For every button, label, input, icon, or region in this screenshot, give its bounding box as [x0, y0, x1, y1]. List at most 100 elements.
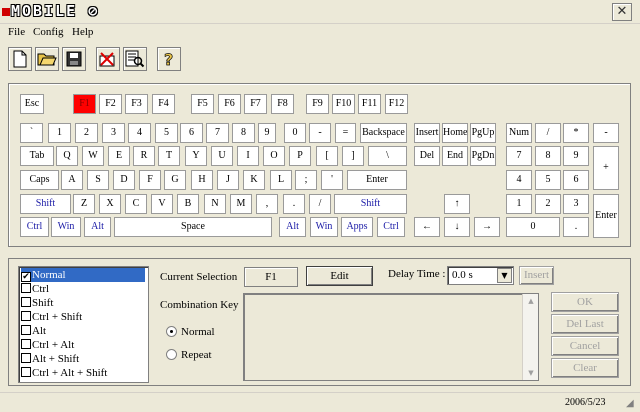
menu-config[interactable]: Config	[33, 26, 64, 38]
textarea-scrollbar[interactable]: ▲ ▼	[522, 294, 538, 380]
key-numpad-3[interactable]: 3	[563, 194, 589, 214]
key-d[interactable]: D	[113, 170, 135, 190]
save-button[interactable]	[62, 47, 86, 71]
key-7[interactable]: 7	[206, 123, 229, 143]
modifier-list[interactable]: ✔ Normal Ctrl Shift Ctrl + Shift Alt Ctrl + Al…	[18, 266, 149, 383]
key-f5[interactable]: F5	[191, 94, 214, 114]
modifier-list-item[interactable]: Ctrl + Alt	[21, 338, 145, 352]
key-alt-left[interactable]: Alt	[84, 217, 111, 237]
checkbox-icon[interactable]	[21, 339, 31, 349]
key-ctrl-right[interactable]: Ctrl	[377, 217, 405, 237]
key-r[interactable]: R	[133, 146, 155, 166]
key-n[interactable]: N	[204, 194, 226, 214]
key-f9[interactable]: F9	[306, 94, 329, 114]
key-equals[interactable]: =	[335, 123, 356, 143]
key-q[interactable]: Q	[56, 146, 78, 166]
key-esc[interactable]: Esc	[20, 94, 44, 114]
new-button[interactable]	[8, 47, 32, 71]
key-lbracket[interactable]: [	[316, 146, 338, 166]
key-numpad-decimal[interactable]: .	[563, 217, 589, 237]
modifier-list-item[interactable]: Ctrl	[21, 282, 145, 296]
key-numpad-2[interactable]: 2	[535, 194, 561, 214]
key-rbracket[interactable]: ]	[342, 146, 364, 166]
scroll-down-icon[interactable]: ▼	[523, 366, 539, 380]
key-y[interactable]: Y	[185, 146, 207, 166]
combination-key-textarea[interactable]: ▲ ▼	[243, 293, 539, 381]
key-f12[interactable]: F12	[385, 94, 408, 114]
key-win-left[interactable]: Win	[51, 217, 81, 237]
modifier-list-item[interactable]: ✔ Normal	[21, 268, 145, 282]
key-slash[interactable]: /	[309, 194, 331, 214]
key-win-right[interactable]: Win	[310, 217, 338, 237]
modifier-list-item[interactable]: Ctrl + Alt + Shift	[21, 366, 145, 380]
key-minus[interactable]: -	[309, 123, 331, 143]
key-pgup[interactable]: PgUp	[470, 123, 496, 143]
modifier-list-item[interactable]: Ctrl + Shift	[21, 310, 145, 324]
find-button[interactable]	[123, 47, 147, 71]
key-numpad-divide[interactable]: /	[535, 123, 561, 143]
key-1[interactable]: 1	[48, 123, 71, 143]
key-3[interactable]: 3	[102, 123, 125, 143]
key-numpad-9[interactable]: 9	[563, 146, 589, 166]
key-j[interactable]: J	[217, 170, 239, 190]
key-x[interactable]: X	[99, 194, 121, 214]
key-i[interactable]: I	[237, 146, 259, 166]
key-space[interactable]: Space	[114, 217, 272, 237]
checkbox-checked-icon[interactable]: ✔	[21, 272, 31, 282]
key-quote[interactable]: '	[321, 170, 343, 190]
key-b[interactable]: B	[177, 194, 199, 214]
key-l[interactable]: L	[270, 170, 292, 190]
modifier-list-item[interactable]: Alt + Shift	[21, 352, 145, 366]
key-f4[interactable]: F4	[152, 94, 175, 114]
key-m[interactable]: M	[230, 194, 252, 214]
key-numpad-8[interactable]: 8	[535, 146, 561, 166]
edit-button[interactable]: Edit	[306, 266, 373, 286]
key-period[interactable]: .	[283, 194, 305, 214]
key-alt-right[interactable]: Alt	[279, 217, 306, 237]
key-numpad-multiply[interactable]: *	[563, 123, 589, 143]
delay-time-select[interactable]: 0.0 s ▼	[447, 266, 514, 285]
key-k[interactable]: K	[243, 170, 265, 190]
key-numpad-6[interactable]: 6	[563, 170, 589, 190]
help-button[interactable]: ?	[157, 47, 181, 71]
key-f10[interactable]: F10	[332, 94, 355, 114]
key-u[interactable]: U	[211, 146, 233, 166]
cancel-button[interactable]: Cancel	[551, 336, 619, 356]
key-home[interactable]: Home	[442, 123, 468, 143]
key-numpad-4[interactable]: 4	[506, 170, 532, 190]
key-s[interactable]: S	[87, 170, 109, 190]
checkbox-icon[interactable]	[21, 283, 31, 293]
key-f6[interactable]: F6	[218, 94, 241, 114]
key-8[interactable]: 8	[232, 123, 255, 143]
key-f7[interactable]: F7	[244, 94, 267, 114]
key-backslash[interactable]: \	[368, 146, 407, 166]
key-a[interactable]: A	[61, 170, 83, 190]
key-numpad-0[interactable]: 0	[506, 217, 560, 237]
checkbox-icon[interactable]	[21, 311, 31, 321]
modifier-list-item[interactable]: Alt	[21, 324, 145, 338]
key-end[interactable]: End	[442, 146, 468, 166]
key-numpad-subtract[interactable]: -	[593, 123, 619, 143]
key-t[interactable]: T	[158, 146, 180, 166]
key-numpad-1[interactable]: 1	[506, 194, 532, 214]
clear-button[interactable]: Clear	[551, 358, 619, 378]
del-last-button[interactable]: Del Last	[551, 314, 619, 334]
key-f[interactable]: F	[139, 170, 161, 190]
key-f11[interactable]: F11	[358, 94, 381, 114]
key-f8[interactable]: F8	[271, 94, 294, 114]
insert-button[interactable]: Insert	[519, 266, 554, 285]
modifier-list-item[interactable]: Shift	[21, 296, 145, 310]
key-numpad-add[interactable]: +	[593, 146, 619, 190]
key-c[interactable]: C	[125, 194, 147, 214]
key-up[interactable]: ↑	[444, 194, 470, 214]
scroll-up-icon[interactable]: ▲	[523, 294, 539, 308]
key-w[interactable]: W	[82, 146, 104, 166]
chevron-down-icon[interactable]: ▼	[497, 268, 512, 283]
key-enter[interactable]: Enter	[347, 170, 407, 190]
key-caps[interactable]: Caps	[20, 170, 59, 190]
key-o[interactable]: O	[263, 146, 285, 166]
key-f2[interactable]: F2	[99, 94, 122, 114]
key-h[interactable]: H	[191, 170, 213, 190]
key-e[interactable]: E	[108, 146, 130, 166]
key-p[interactable]: P	[289, 146, 311, 166]
